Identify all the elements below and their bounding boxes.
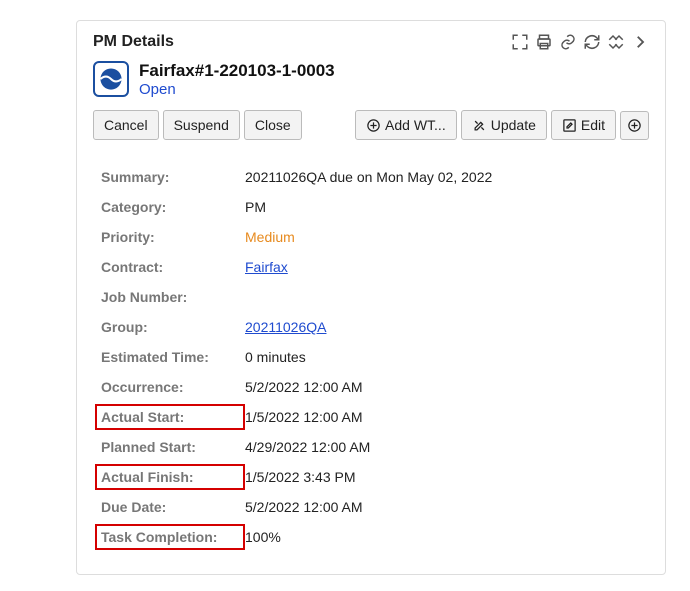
field-label: Occurrence:	[95, 374, 245, 400]
field-value: 1/5/2022 3:43 PM	[245, 464, 356, 490]
field-value: 20211026QA due on Mon May 02, 2022	[245, 164, 492, 190]
field-category: Category: PM	[93, 192, 649, 222]
cancel-button[interactable]: Cancel	[93, 110, 159, 140]
suspend-button[interactable]: Suspend	[163, 110, 240, 140]
field-job-number: Job Number:	[93, 282, 649, 312]
tools-icon	[472, 118, 487, 133]
field-label: Job Number:	[95, 284, 245, 310]
refresh-icon[interactable]	[583, 33, 601, 51]
field-contract: Contract: Fairfax	[93, 252, 649, 282]
edit-icon	[562, 118, 577, 133]
field-planned-start: Planned Start: 4/29/2022 12:00 AM	[93, 432, 649, 462]
record-status: Open	[139, 81, 335, 98]
field-label-highlighted: Actual Finish:	[95, 464, 245, 490]
group-link[interactable]: 20211026QA	[245, 314, 326, 340]
field-label: Due Date:	[95, 494, 245, 520]
field-value: PM	[245, 194, 266, 220]
field-list: Summary: 20211026QA due on Mon May 02, 2…	[93, 162, 649, 552]
record-header: Fairfax#1-220103-1-0003 Open	[93, 61, 649, 98]
field-actual-start: Actual Start: 1/5/2022 12:00 AM	[93, 402, 649, 432]
panel-header: PM Details	[93, 33, 649, 51]
field-label: Contract:	[95, 254, 245, 280]
plus-circle-icon	[627, 118, 642, 133]
field-value: 0 minutes	[245, 344, 306, 370]
field-label: Planned Start:	[95, 434, 245, 460]
field-label: Summary:	[95, 164, 245, 190]
record-title: Fairfax#1-220103-1-0003	[139, 61, 335, 81]
field-value: 5/2/2022 12:00 AM	[245, 374, 363, 400]
field-value: 1/5/2022 12:00 AM	[245, 404, 363, 430]
field-priority: Priority: Medium	[93, 222, 649, 252]
field-due-date: Due Date: 5/2/2022 12:00 AM	[93, 492, 649, 522]
field-value: 5/2/2022 12:00 AM	[245, 494, 363, 520]
expand-icon[interactable]	[511, 33, 529, 51]
field-value: 4/29/2022 12:00 AM	[245, 434, 370, 460]
field-label: Group:	[95, 314, 245, 340]
record-type-icon	[93, 61, 129, 97]
update-button[interactable]: Update	[461, 110, 547, 140]
field-label: Category:	[95, 194, 245, 220]
chevron-updown-icon[interactable]	[607, 33, 625, 51]
panel-title: PM Details	[93, 33, 174, 51]
field-label: Estimated Time:	[95, 344, 245, 370]
field-task-completion: Task Completion: 100%	[93, 522, 649, 552]
link-icon[interactable]	[559, 33, 577, 51]
field-summary: Summary: 20211026QA due on Mon May 02, 2…	[93, 162, 649, 192]
field-label: Priority:	[95, 224, 245, 250]
field-estimated-time: Estimated Time: 0 minutes	[93, 342, 649, 372]
add-wt-button[interactable]: Add WT...	[355, 110, 457, 140]
contract-link[interactable]: Fairfax	[245, 254, 288, 280]
field-occurrence: Occurrence: 5/2/2022 12:00 AM	[93, 372, 649, 402]
field-actual-finish: Actual Finish: 1/5/2022 3:43 PM	[93, 462, 649, 492]
close-button[interactable]: Close	[244, 110, 302, 140]
toolbar: Cancel Suspend Close Add WT... Update Ed…	[93, 110, 649, 140]
plus-circle-icon	[366, 118, 381, 133]
panel-header-actions	[511, 33, 649, 51]
field-value: 100%	[245, 524, 281, 550]
field-label-highlighted: Actual Start:	[95, 404, 245, 430]
field-value: Medium	[245, 224, 295, 250]
pm-details-panel: PM Details	[76, 20, 666, 575]
field-group: Group: 20211026QA	[93, 312, 649, 342]
chevron-right-icon[interactable]	[631, 33, 649, 51]
add-button[interactable]	[620, 111, 649, 140]
field-label-highlighted: Task Completion:	[95, 524, 245, 550]
print-icon[interactable]	[535, 33, 553, 51]
edit-button[interactable]: Edit	[551, 110, 616, 140]
